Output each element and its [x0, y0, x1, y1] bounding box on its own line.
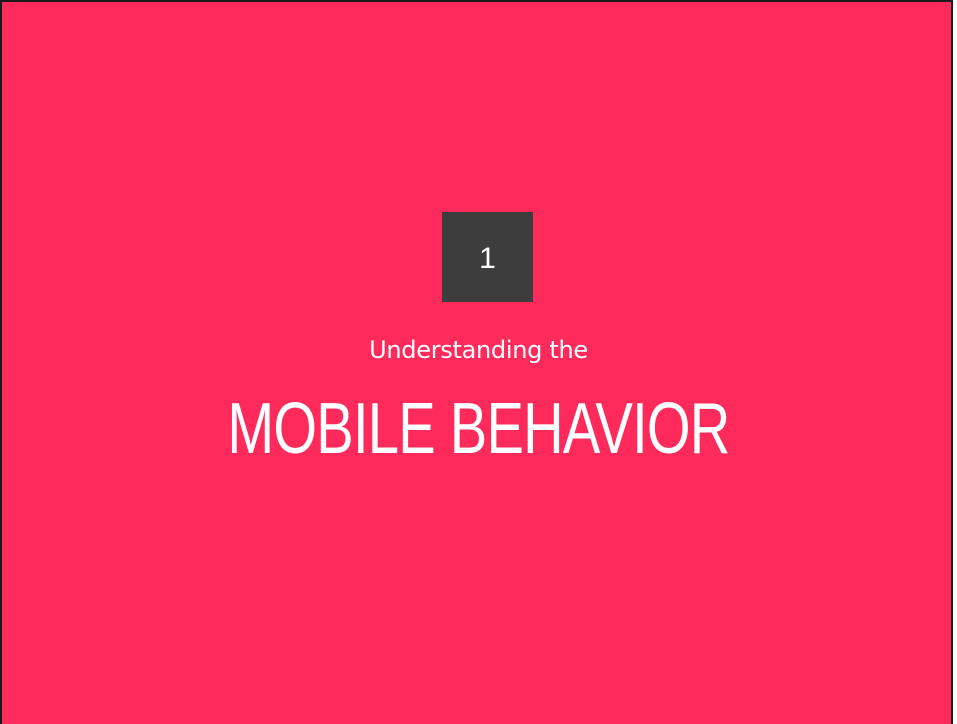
section-number-badge: 1: [442, 212, 533, 302]
slide-title: MOBILE BEHAVIOR: [227, 389, 730, 469]
slide-subtitle: Understanding the: [369, 336, 588, 364]
slide: 1 Understanding the MOBILE BEHAVIOR: [0, 0, 953, 724]
section-number: 1: [479, 242, 496, 275]
